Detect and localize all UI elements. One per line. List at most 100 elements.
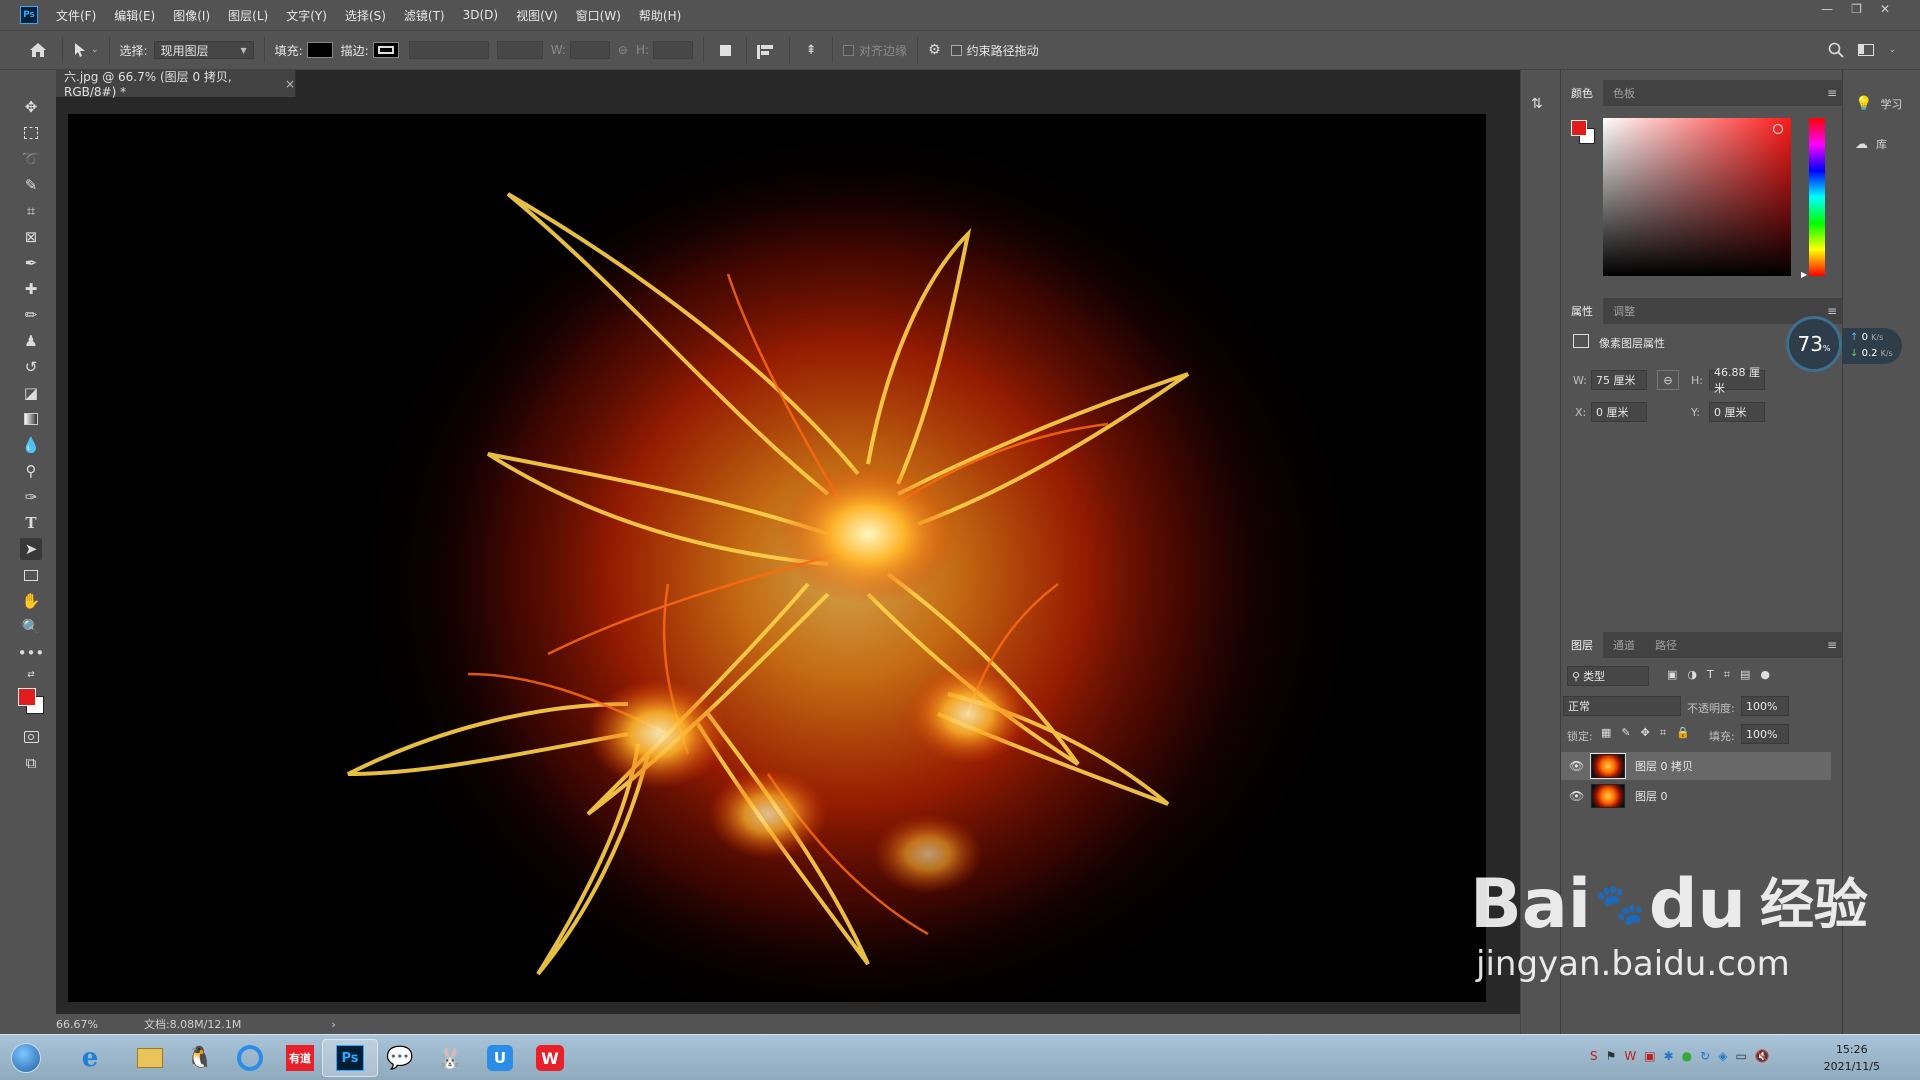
lasso-tool-icon[interactable]: ➰ [20,148,42,170]
filter-pixel-icon[interactable]: ▣ [1667,668,1677,682]
foreground-color-swatch[interactable] [18,688,36,706]
path-operations-icon[interactable] [714,44,736,56]
quick-selection-tool-icon[interactable]: ✎ [20,174,42,196]
screen-mode-icon[interactable]: ⧉ [20,752,42,774]
height-field[interactable] [653,41,694,59]
tray-star-icon[interactable]: ✱ [1664,1049,1674,1063]
hand-tool-icon[interactable]: ✋ [20,590,42,612]
filter-shape-icon[interactable]: ⌗ [1724,668,1730,682]
hue-slider[interactable] [1809,118,1825,276]
zoom-level[interactable]: 66.67% [56,1018,98,1031]
swap-colors-icon[interactable]: ⇄ [20,664,42,686]
menu-filter[interactable]: 滤镜(T) [404,7,445,24]
document-tab[interactable]: 六.jpg @ 66.7% (图层 0 拷贝, RGB/8#) * × [56,70,296,99]
fill-field[interactable]: 100% [1741,724,1789,744]
path-arrangement-icon[interactable]: ⇞ [800,43,822,58]
link-icon[interactable]: ⊖ [618,43,628,57]
close-tab-icon[interactable]: × [285,77,295,91]
status-menu-arrow-icon[interactable]: › [331,1018,335,1031]
home-icon[interactable] [24,42,52,58]
layer-row[interactable]: 👁 图层 0 [1561,782,1831,810]
path-alignment-icon[interactable] [757,45,779,59]
wps-tray-icon[interactable]: W [1624,1049,1636,1063]
close-button[interactable]: ✕ [1880,2,1890,16]
eyedropper-tool-icon[interactable]: ✒ [20,252,42,274]
tab-swatches[interactable]: 色板 [1603,80,1645,106]
path-selection-tool-icon[interactable]: ⌄ [73,42,99,58]
width-field[interactable] [569,41,610,59]
panel-menu-icon[interactable]: ≡ [1827,86,1837,100]
pen-tool-icon[interactable]: ✑ [20,486,42,508]
menu-help[interactable]: 帮助(H) [639,7,681,24]
color-swatches[interactable] [16,686,46,716]
tab-adjustments[interactable]: 调整 [1603,298,1645,324]
tray-flag-icon[interactable]: ⚑ [1606,1049,1617,1063]
network-speed-widget[interactable]: 73 % ↑ 0 K/s ↓ 0.2 K/s [1786,316,1902,374]
color-picker-cursor[interactable] [1773,124,1783,134]
rectangle-tool-icon[interactable] [20,564,42,586]
visibility-eye-icon[interactable]: 👁 [1569,789,1585,803]
zoom-tool-icon[interactable]: 🔍 [20,616,42,638]
photoshop-task-button[interactable]: Ps [322,1039,378,1077]
stroke-type-dropdown[interactable] [496,41,543,59]
filter-toggle-icon[interactable]: ● [1760,668,1770,682]
history-panel-icon[interactable]: ⇅ [1531,96,1543,112]
layer-filter-dropdown[interactable]: ⚲ 类型 [1567,666,1649,686]
menu-edit[interactable]: 编辑(E) [114,7,155,24]
volume-icon[interactable]: 🔇 [1755,1049,1770,1063]
x-field[interactable]: 0 厘米 [1591,402,1647,422]
tab-color[interactable]: 颜色 [1561,80,1603,106]
app-mascot-icon[interactable]: 🐰 [422,1039,478,1077]
lock-artboard-icon[interactable]: ⌗ [1660,726,1666,740]
clone-stamp-tool-icon[interactable]: ♟ [20,330,42,352]
menu-window[interactable]: 窗口(W) [576,7,621,24]
system-clock[interactable]: 15:26 2021/11/5 [1824,1041,1880,1075]
canvas[interactable] [68,114,1486,1002]
fill-swatch[interactable] [306,42,333,58]
wechat-tray-icon[interactable]: ● [1682,1049,1692,1063]
network-icon[interactable]: ▭ [1735,1049,1746,1063]
tab-paths[interactable]: 路径 [1645,632,1687,658]
tab-layers[interactable]: 图层 [1561,632,1603,658]
tab-channels[interactable]: 通道 [1603,632,1645,658]
panel-color-swatches[interactable] [1571,120,1595,144]
filter-type-icon[interactable]: T [1707,668,1714,682]
gradient-tool-icon[interactable] [20,408,42,430]
lock-position-icon[interactable]: ✥ [1641,726,1650,740]
restore-button[interactable]: ❐ [1851,2,1862,16]
qq-icon[interactable]: 🐧 [172,1039,228,1077]
dodge-tool-icon[interactable]: ⚲ [20,460,42,482]
ie-browser-icon[interactable]: e [62,1039,118,1077]
width-field[interactable]: 75 厘米 [1591,370,1647,390]
healing-brush-tool-icon[interactable]: ✚ [20,278,42,300]
constrain-path-checkbox[interactable] [950,44,962,56]
lock-transparency-icon[interactable]: ▦ [1601,726,1611,740]
menu-image[interactable]: 图像(I) [173,7,210,24]
quick-mask-icon[interactable] [20,726,42,748]
stroke-width-field[interactable] [408,41,489,59]
lock-all-icon[interactable]: 🔒 [1676,726,1690,740]
menu-select[interactable]: 选择(S) [345,7,386,24]
libraries-button[interactable]: ☁ 库 [1855,136,1887,152]
menu-type[interactable]: 文字(Y) [286,7,327,24]
minimize-button[interactable]: — [1821,2,1833,16]
blur-tool-icon[interactable]: 💧 [20,434,42,456]
menu-file[interactable]: 文件(F) [56,7,96,24]
menu-layer[interactable]: 图层(L) [228,7,268,24]
shield-app-icon[interactable]: U [472,1039,528,1077]
hue-slider-handle-icon[interactable]: ▶ [1801,270,1807,279]
opacity-field[interactable]: 100% [1741,696,1789,716]
color-picker-field[interactable] [1603,118,1791,276]
tray-refresh-icon[interactable]: ↻ [1700,1049,1710,1063]
height-field[interactable]: 46.88 厘米 [1709,366,1765,395]
lock-pixels-icon[interactable]: ✎ [1621,726,1630,740]
tab-properties[interactable]: 属性 [1561,298,1603,324]
visibility-eye-icon[interactable]: 👁 [1569,759,1585,773]
browser-icon[interactable] [222,1039,278,1077]
start-button[interactable] [4,1039,48,1077]
link-dimensions-icon[interactable]: ⊖ [1657,370,1679,390]
filter-smart-object-icon[interactable]: ▤ [1740,668,1750,682]
crop-tool-icon[interactable]: ⌗ [20,200,42,222]
stroke-swatch[interactable] [372,42,399,58]
tool-preset-chevron-icon[interactable]: ⌄ [91,45,99,55]
